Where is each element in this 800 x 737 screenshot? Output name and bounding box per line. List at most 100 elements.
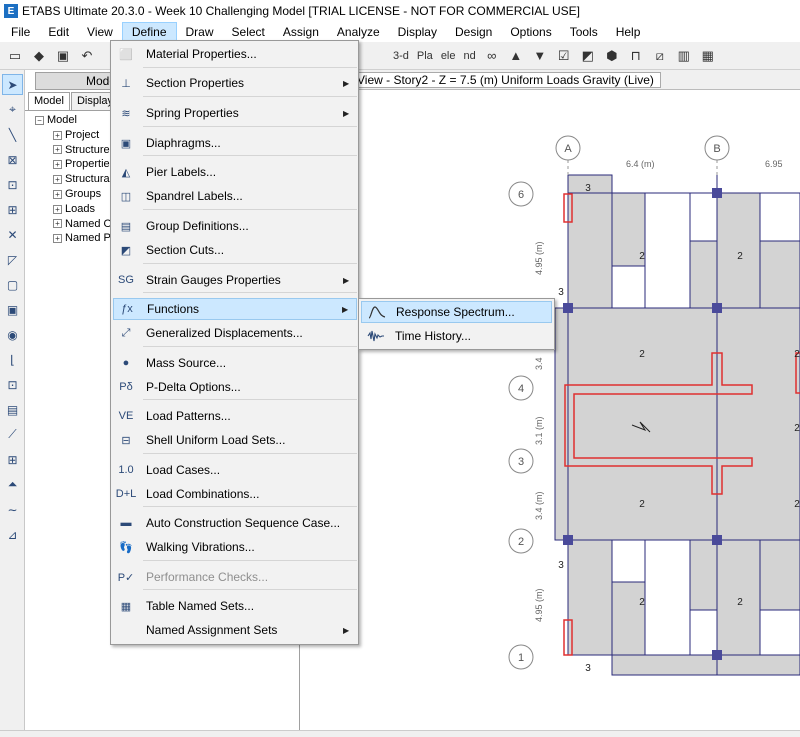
draw-opening-icon[interactable]: ⊡ bbox=[2, 374, 23, 395]
elevation-view-button[interactable]: ele bbox=[438, 45, 459, 67]
expand-icon[interactable]: + bbox=[53, 189, 62, 199]
menu-item-auto-construction-sequence-case[interactable]: ▬ Auto Construction Sequence Case... bbox=[113, 512, 357, 534]
menu-item-table-named-sets[interactable]: ▦ Table Named Sets... bbox=[113, 595, 357, 617]
draw-grid-icon[interactable]: ⊞ bbox=[2, 449, 23, 470]
menu-item-named-assignment-sets[interactable]: Named Assignment Sets ▶ bbox=[113, 619, 357, 641]
draw-tendon-icon[interactable]: ⏶ bbox=[2, 474, 23, 495]
menu-item-p-delta-options[interactable]: Pδ P-Delta Options... bbox=[113, 376, 357, 398]
draw-brace-icon[interactable]: ⊠ bbox=[2, 149, 23, 170]
plan-view-canvas[interactable]: A B 6 4 3 2 1 6.4 (m) 6.95 4.95 (m) 3.4 … bbox=[300, 91, 800, 730]
plan-view-button[interactable]: Pla bbox=[414, 45, 436, 67]
draw-area-icon[interactable]: ◸ bbox=[2, 249, 23, 270]
draw-line-icon[interactable]: ╲ bbox=[2, 124, 23, 145]
new-file-icon[interactable]: ▭ bbox=[4, 45, 26, 67]
draw-rectangle-icon[interactable]: ▢ bbox=[2, 274, 23, 295]
menu-file[interactable]: File bbox=[2, 22, 39, 42]
collapse-icon[interactable]: − bbox=[35, 115, 44, 125]
draw-dimension-icon[interactable]: ⊿ bbox=[2, 524, 23, 545]
slab-label: 3 bbox=[558, 560, 564, 571]
expand-icon[interactable]: + bbox=[53, 204, 62, 214]
menu-item-group-definitions[interactable]: ▤ Group Definitions... bbox=[113, 215, 357, 237]
draw-column-icon[interactable]: ⊞ bbox=[2, 199, 23, 220]
menu-draw[interactable]: Draw bbox=[177, 22, 223, 42]
draw-floor-icon[interactable]: ▣ bbox=[2, 299, 23, 320]
expand-icon[interactable]: + bbox=[53, 219, 62, 229]
menu-select[interactable]: Select bbox=[223, 22, 274, 42]
move-down-icon[interactable]: ▼ bbox=[529, 45, 551, 67]
menu-item-strain-gauges-properties[interactable]: SG Strain Gauges Properties ▶ bbox=[113, 269, 357, 291]
pdelta-icon: Pδ bbox=[119, 381, 133, 393]
menu-item-section-properties[interactable]: ⊥ Section Properties ▶ bbox=[113, 72, 357, 94]
reshape-icon[interactable]: ⌖ bbox=[2, 99, 23, 120]
menu-item-generalized-displacements[interactable]: ⤢ Generalized Displacements... bbox=[113, 322, 357, 344]
expand-icon[interactable]: + bbox=[53, 234, 62, 244]
menu-item-load-combinations[interactable]: D+L Load Combinations... bbox=[113, 483, 357, 505]
move-up-icon[interactable]: ▲ bbox=[505, 45, 527, 67]
wall-icon[interactable]: ▥ bbox=[673, 45, 695, 67]
grid-label-6: 6 bbox=[518, 189, 524, 201]
menu-item-label: Pier Labels... bbox=[146, 165, 217, 179]
floor-plan-drawing[interactable]: A B 6 4 3 2 1 6.4 (m) 6.95 4.95 (m) 3.4 … bbox=[300, 91, 800, 730]
menu-separator bbox=[143, 96, 357, 97]
pointer-icon[interactable]: ➤ bbox=[2, 74, 23, 95]
object-shrink-icon[interactable]: ◩ bbox=[577, 45, 599, 67]
checkbox-icon[interactable]: ☑ bbox=[553, 45, 575, 67]
menu-separator bbox=[143, 589, 357, 590]
menu-options[interactable]: Options bbox=[501, 22, 560, 42]
menu-assign[interactable]: Assign bbox=[274, 22, 328, 42]
draw-wave-icon[interactable]: ∼ bbox=[2, 499, 23, 520]
expand-icon[interactable]: + bbox=[53, 130, 62, 140]
menu-item-section-cuts[interactable]: ◩ Section Cuts... bbox=[113, 239, 357, 261]
menu-separator bbox=[143, 67, 357, 68]
time-history-item[interactable]: Time History... bbox=[361, 325, 552, 347]
table-icon: ▦ bbox=[120, 600, 132, 613]
menu-design[interactable]: Design bbox=[446, 22, 501, 42]
menu-item-load-cases[interactable]: 1.0 Load Cases... bbox=[113, 459, 357, 481]
grid-wall-icon[interactable]: ▦ bbox=[697, 45, 719, 67]
menu-item-mass-source[interactable]: ● Mass Source... bbox=[113, 352, 357, 374]
menu-item-functions[interactable]: ƒx Functions ▶ bbox=[113, 298, 357, 320]
view-3d-button[interactable]: 3-d bbox=[390, 45, 412, 67]
open-file-icon[interactable]: ◆ bbox=[28, 45, 50, 67]
menu-edit[interactable]: Edit bbox=[39, 22, 78, 42]
undo-icon[interactable]: ↶ bbox=[76, 45, 98, 67]
draw-x-brace-icon[interactable]: ✕ bbox=[2, 224, 23, 245]
expand-icon[interactable]: + bbox=[53, 175, 62, 185]
expand-icon[interactable]: + bbox=[53, 160, 62, 170]
draw-point-icon[interactable]: ◉ bbox=[2, 324, 23, 345]
brace-icon[interactable]: ⧄ bbox=[649, 45, 671, 67]
frame-icon[interactable]: ⊓ bbox=[625, 45, 647, 67]
response-spectrum-item[interactable]: Response Spectrum... bbox=[361, 301, 552, 323]
nd-view-button[interactable]: nd bbox=[461, 45, 479, 67]
menu-help[interactable]: Help bbox=[607, 22, 650, 42]
tab-model[interactable]: Model bbox=[28, 92, 70, 110]
view-title-tab[interactable]: n View - Story2 - Z = 7.5 (m) Uniform Lo… bbox=[340, 72, 661, 88]
menu-item-spandrel-labels[interactable]: ◫ Spandrel Labels... bbox=[113, 185, 357, 207]
menu-display[interactable]: Display bbox=[389, 22, 446, 42]
void-panel bbox=[644, 192, 691, 309]
performance-icon: P✓ bbox=[117, 571, 135, 584]
tree-label: Loads bbox=[65, 202, 95, 215]
menu-item-walking-vibrations[interactable]: 👣 Walking Vibrations... bbox=[113, 536, 357, 558]
menu-item-load-patterns[interactable]: VE Load Patterns... bbox=[113, 405, 357, 427]
extrude-icon[interactable]: ⬢ bbox=[601, 45, 623, 67]
menu-analyze[interactable]: Analyze bbox=[328, 22, 389, 42]
menu-item-material-properties[interactable]: ⬜ Material Properties... bbox=[113, 43, 357, 65]
left-toolbar: ➤ ⌖ ╲ ⊠ ⊡ ⊞ ✕ ◸ ▢ ▣ ◉ ⌊ ⊡ ▤ ⟋ ⊞ ⏶ ∼ ⊿ bbox=[0, 70, 25, 737]
menu-item-shell-uniform-load-sets[interactable]: ⊟ Shell Uniform Load Sets... bbox=[113, 429, 357, 451]
menu-define[interactable]: Define bbox=[121, 22, 177, 42]
menu-tools[interactable]: Tools bbox=[561, 22, 607, 42]
spring-icon: ≋ bbox=[121, 107, 131, 120]
expand-icon[interactable]: + bbox=[53, 145, 62, 155]
menu-item-pier-labels[interactable]: ◭ Pier Labels... bbox=[113, 161, 357, 183]
menu-view[interactable]: View bbox=[78, 22, 122, 42]
draw-link-icon[interactable]: ▤ bbox=[2, 399, 23, 420]
glasses-icon[interactable]: ∞ bbox=[481, 45, 503, 67]
dim-x-bc: 6.95 bbox=[765, 159, 783, 169]
draw-wall-icon[interactable]: ⌊ bbox=[2, 349, 23, 370]
save-icon[interactable]: ▣ bbox=[52, 45, 74, 67]
menu-item-diaphragms[interactable]: ▣ Diaphragms... bbox=[113, 132, 357, 154]
menu-item-spring-properties[interactable]: ≋ Spring Properties ▶ bbox=[113, 102, 357, 124]
draw-beam-icon[interactable]: ⊡ bbox=[2, 174, 23, 195]
draw-spring-icon[interactable]: ⟋ bbox=[2, 424, 23, 445]
